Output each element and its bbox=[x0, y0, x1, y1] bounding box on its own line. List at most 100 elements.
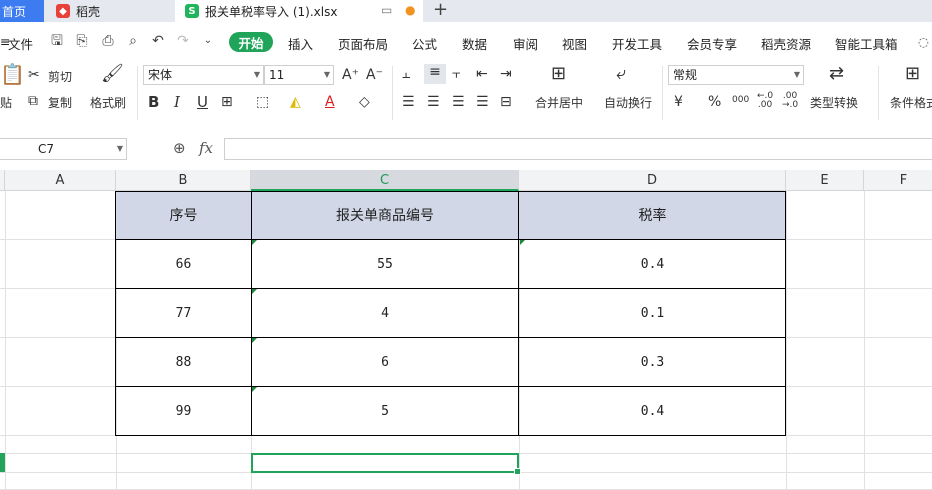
column-header-d[interactable]: D bbox=[519, 170, 786, 191]
decrease-indent-icon[interactable]: ⇤ bbox=[476, 66, 488, 82]
paste-label[interactable]: 贴 bbox=[0, 94, 12, 111]
align-right-icon[interactable]: ☰ bbox=[452, 94, 465, 110]
cut-button[interactable]: 剪切 bbox=[48, 68, 72, 85]
zoom-icon[interactable]: ⊕ bbox=[173, 139, 186, 157]
increase-font-icon[interactable]: A⁺ bbox=[342, 67, 359, 83]
fx-icon[interactable]: fx bbox=[199, 139, 213, 157]
new-tab-button[interactable]: + bbox=[433, 0, 448, 22]
table-header-cell[interactable]: 报关单商品编号 bbox=[251, 191, 519, 239]
table-cell[interactable]: 77 bbox=[116, 289, 251, 337]
table-cell[interactable]: 0.4 bbox=[519, 387, 786, 435]
table-cell[interactable]: 0.4 bbox=[519, 240, 786, 288]
copy-icon[interactable]: ⧉ bbox=[28, 93, 38, 109]
table-cell[interactable]: 66 bbox=[116, 240, 251, 288]
menu-member[interactable]: 会员专享 bbox=[687, 34, 737, 53]
font-name-value: 宋体 bbox=[148, 68, 173, 82]
ribbon-divider bbox=[137, 66, 138, 120]
table-header-cell[interactable]: 序号 bbox=[116, 191, 251, 239]
increase-indent-icon[interactable]: ⇥ bbox=[500, 66, 512, 82]
table-cell[interactable]: 88 bbox=[116, 338, 251, 386]
align-bottom-icon[interactable]: ⫟ bbox=[452, 66, 460, 82]
column-header-c[interactable]: C bbox=[251, 170, 519, 191]
menu-developer[interactable]: 开发工具 bbox=[612, 34, 662, 53]
border-icon[interactable]: ⊞ bbox=[221, 94, 233, 110]
selected-cell-c7[interactable] bbox=[251, 453, 519, 473]
print-preview-icon[interactable]: ⌕ bbox=[125, 33, 141, 49]
column-header-b[interactable]: B bbox=[116, 170, 251, 191]
menu-docer-resources[interactable]: 稻壳资源 bbox=[761, 34, 811, 53]
merge-center-icon[interactable]: ⊞ bbox=[551, 65, 566, 83]
column-header-f[interactable]: F bbox=[864, 170, 932, 191]
column-header-e[interactable]: E bbox=[786, 170, 864, 191]
align-left-icon[interactable]: ☰ bbox=[402, 94, 415, 110]
save-icon[interactable]: 🖫 bbox=[49, 33, 65, 49]
table-cell[interactable]: 4 bbox=[251, 289, 519, 337]
conditional-format-button[interactable]: 条件格式 bbox=[890, 94, 932, 111]
align-top-icon[interactable]: ⫠ bbox=[402, 66, 410, 82]
tab-home[interactable]: 首页 bbox=[0, 0, 44, 22]
decrease-font-icon[interactable]: A⁻ bbox=[366, 67, 383, 83]
paste-icon[interactable]: 📋 bbox=[0, 64, 25, 84]
tab-workbook[interactable]: S 报关单税率导入 (1).xlsx ▭ ● bbox=[175, 0, 423, 22]
type-convert-button[interactable]: 类型转换 bbox=[810, 94, 858, 111]
decrease-decimal-button[interactable]: .00 →.0 bbox=[782, 92, 798, 110]
menu-smart-toolbox[interactable]: 智能工具箱 bbox=[835, 34, 898, 53]
menu-page-layout[interactable]: 页面布局 bbox=[338, 34, 388, 53]
redo-icon[interactable]: ↷ bbox=[175, 33, 191, 49]
increase-decimal-button[interactable]: ←.0 .00 bbox=[757, 92, 773, 110]
table-cell[interactable]: 5 bbox=[251, 387, 519, 435]
menu-file[interactable]: 文件 bbox=[8, 34, 33, 53]
format-painter-icon[interactable]: 🖌 bbox=[101, 65, 124, 83]
tab-docer[interactable]: ◆ 稻壳 bbox=[46, 0, 172, 22]
name-box[interactable]: C7 ▼ bbox=[0, 138, 127, 160]
justify-icon[interactable]: ☰ bbox=[476, 94, 489, 110]
distributed-align-icon[interactable]: ⊟ bbox=[500, 94, 512, 110]
table-cell[interactable]: 6 bbox=[251, 338, 519, 386]
menu-start[interactable]: 开始 bbox=[229, 32, 273, 52]
quick-access-dropdown-icon[interactable]: ⌄ bbox=[200, 33, 216, 49]
undo-icon[interactable]: ↶ bbox=[150, 33, 166, 49]
conditional-format-icon[interactable]: ⊞ bbox=[905, 65, 920, 83]
font-color-icon[interactable]: A bbox=[325, 94, 335, 110]
copy-button[interactable]: 复制 bbox=[48, 94, 72, 111]
align-middle-icon[interactable]: ≡ bbox=[424, 64, 446, 84]
format-painter-button[interactable]: 格式刷 bbox=[90, 94, 126, 111]
scissors-icon[interactable]: ✂ bbox=[28, 67, 40, 83]
monitor-icon[interactable]: ▭ bbox=[381, 3, 392, 17]
percent-button[interactable]: % bbox=[708, 94, 721, 110]
fill-handle[interactable] bbox=[514, 468, 521, 475]
table-header-cell[interactable]: 税率 bbox=[519, 191, 786, 239]
tab-home-label: 首页 bbox=[2, 4, 27, 19]
type-convert-icon[interactable]: ⇄ bbox=[829, 65, 844, 83]
column-header-a[interactable]: A bbox=[5, 170, 116, 191]
currency-button[interactable]: ¥ bbox=[674, 94, 683, 110]
menu-view[interactable]: 视图 bbox=[562, 34, 587, 53]
align-center-icon[interactable]: ☰ bbox=[427, 94, 440, 110]
table-cell[interactable]: 0.1 bbox=[519, 289, 786, 337]
menu-data[interactable]: 数据 bbox=[462, 34, 487, 53]
wrap-text-icon[interactable]: ⤶ bbox=[616, 65, 626, 83]
cell-fill-pattern-icon[interactable]: ⬚ bbox=[256, 94, 269, 110]
thousands-button[interactable]: 000 bbox=[732, 92, 749, 108]
menu-insert[interactable]: 插入 bbox=[288, 34, 313, 53]
search-icon[interactable]: ◌ bbox=[918, 34, 929, 49]
chevron-down-icon: ▼ bbox=[793, 70, 800, 79]
merge-center-button[interactable]: 合并居中 bbox=[535, 94, 583, 111]
table-cell[interactable]: 0.3 bbox=[519, 338, 786, 386]
font-size-select[interactable]: 11 ▼ bbox=[264, 65, 334, 85]
menu-review[interactable]: 审阅 bbox=[513, 34, 538, 53]
menu-formula[interactable]: 公式 bbox=[412, 34, 437, 53]
italic-button[interactable]: I bbox=[174, 94, 180, 110]
bold-button[interactable]: B bbox=[148, 94, 159, 110]
formula-input[interactable] bbox=[224, 138, 932, 160]
export-pdf-icon[interactable]: ⎘ bbox=[74, 33, 90, 49]
font-name-select[interactable]: 宋体 ▼ bbox=[143, 65, 264, 85]
print-icon[interactable]: ⎙ bbox=[100, 33, 116, 49]
wrap-text-button[interactable]: 自动换行 bbox=[604, 94, 652, 111]
underline-button[interactable]: U bbox=[197, 94, 208, 110]
number-format-select[interactable]: 常规 ▼ bbox=[668, 65, 804, 85]
table-cell[interactable]: 55 bbox=[251, 240, 519, 288]
fill-color-icon[interactable]: ◭ bbox=[290, 94, 301, 110]
table-cell[interactable]: 99 bbox=[116, 387, 251, 435]
eraser-icon[interactable]: ◇ bbox=[359, 94, 370, 110]
